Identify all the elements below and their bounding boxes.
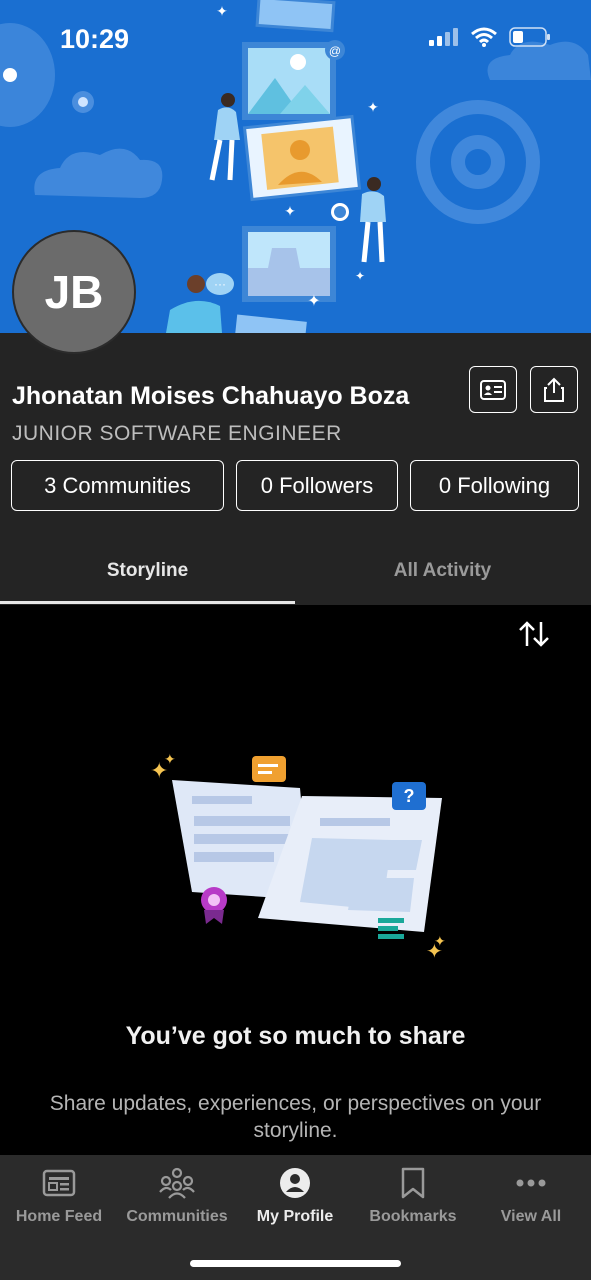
battery-icon — [509, 27, 550, 47]
following-button[interactable]: 0 Following — [410, 460, 579, 511]
avatar[interactable]: JB — [12, 230, 136, 354]
nav-home-feed[interactable]: Home Feed — [0, 1162, 118, 1232]
avatar-initials: JB — [44, 266, 104, 318]
svg-text:✦: ✦ — [164, 751, 176, 767]
sort-arrows-icon — [519, 621, 549, 647]
people-group-icon — [159, 1167, 195, 1199]
status-bar: 10:29 — [0, 0, 591, 80]
followers-button[interactable]: 0 Followers — [236, 460, 398, 511]
tab-all-activity[interactable]: All Activity — [295, 540, 590, 604]
nav-label-communities: Communities — [126, 1208, 228, 1225]
home-indicator — [190, 1260, 401, 1267]
nav-bookmarks[interactable]: Bookmarks — [354, 1162, 472, 1232]
nav-view-all[interactable]: View All — [472, 1162, 590, 1232]
svg-text:✦: ✦ — [284, 203, 296, 219]
contact-card-icon — [480, 379, 506, 400]
bookmark-icon — [401, 1167, 425, 1199]
svg-text:?: ? — [404, 786, 415, 806]
contact-card-button[interactable] — [469, 366, 517, 413]
svg-text:···: ··· — [214, 277, 226, 291]
nav-communities[interactable]: Communities — [118, 1162, 236, 1232]
svg-text:✦: ✦ — [434, 933, 446, 949]
profile-headline: JUNIOR SOFTWARE ENGINEER — [12, 422, 342, 445]
status-icons — [429, 26, 551, 48]
empty-state-title: You’ve got so much to share — [125, 1022, 466, 1050]
empty-state-description: Share updates, experiences, or perspecti… — [49, 1092, 542, 1142]
signal-icon — [429, 28, 458, 46]
nav-label-home-feed: Home Feed — [15, 1208, 103, 1225]
status-time: 10:29 — [60, 24, 130, 54]
nav-label-view-all: View All — [500, 1208, 562, 1225]
person-icon — [280, 1168, 310, 1198]
empty-state-illustration: ✦ ✦ ? ✦ ✦ — [150, 751, 446, 963]
active-tab-indicator — [0, 601, 295, 604]
more-icon — [516, 1179, 546, 1187]
svg-text:✦: ✦ — [355, 269, 365, 283]
news-icon — [42, 1169, 76, 1197]
svg-text:✦: ✦ — [367, 99, 379, 115]
share-icon — [544, 377, 564, 402]
nav-my-profile[interactable]: My Profile — [236, 1162, 354, 1232]
nav-label-my-profile: My Profile — [256, 1208, 334, 1225]
communities-button[interactable]: 3 Communities — [11, 460, 224, 511]
share-button[interactable] — [530, 366, 578, 413]
tab-storyline[interactable]: Storyline — [0, 540, 295, 604]
svg-text:✦: ✦ — [307, 293, 320, 310]
wifi-icon — [471, 27, 497, 47]
nav-label-bookmarks: Bookmarks — [369, 1208, 457, 1225]
sort-button[interactable] — [512, 614, 556, 654]
profile-name: Jhonatan Moises Chahuayo Boza — [12, 382, 410, 410]
